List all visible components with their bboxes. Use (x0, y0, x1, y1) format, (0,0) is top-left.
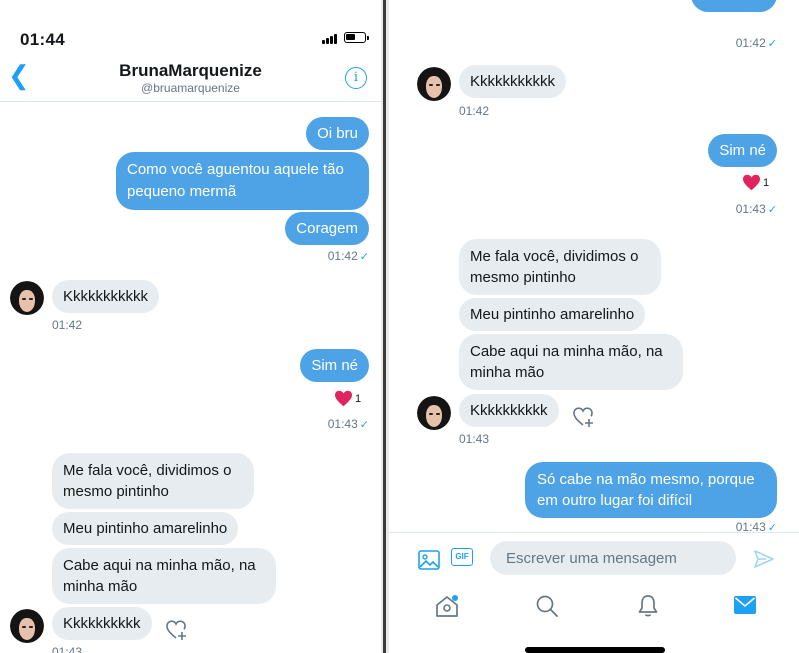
contact-handle: @bruamarquenize (141, 81, 240, 95)
sent-message-partial[interactable] (691, 0, 777, 12)
heart-add-icon[interactable] (165, 619, 189, 641)
timestamp-text: 01:42 (735, 36, 766, 50)
message-line: mesmo pintinho (63, 483, 169, 500)
received-message[interactable]: Meu pintinho amarelinho (459, 298, 646, 331)
mail-icon[interactable] (734, 596, 756, 614)
timestamp-text: 01:42 (327, 249, 358, 263)
bell-icon[interactable] (637, 594, 659, 618)
message-line: Cabe aqui na minha mão, na (63, 557, 256, 574)
sent-message[interactable]: Oi bru (306, 117, 369, 150)
send-icon[interactable] (753, 549, 775, 569)
check-icon: ✓ (359, 419, 369, 431)
conversation-header: ❮ BrunaMarquenize @bruamarquenize i (0, 58, 381, 102)
message-line: minha mão (63, 578, 138, 595)
sent-message[interactable]: Só cabe na mão mesmo, porque em outro lu… (525, 462, 777, 518)
message-timestamp: 01:42 ✓ (328, 249, 369, 263)
received-message[interactable]: Kkkkkkkkkkk (459, 65, 567, 98)
sent-message[interactable]: Sim né (300, 349, 369, 382)
reaction-count: 1 (355, 392, 362, 405)
message-timestamp: 01:43 ✓ (328, 417, 369, 431)
message-line: Me fala você, dividimos o (63, 462, 232, 479)
contact-name[interactable]: BrunaMarquenize (0, 61, 381, 81)
message-timestamp: 01:42 (459, 104, 490, 118)
avatar[interactable] (417, 67, 451, 101)
received-message[interactable]: Meu pintinho amarelinho (52, 512, 239, 545)
home-icon[interactable] (434, 594, 460, 618)
message-line: Como você aguentou aquele tão (127, 161, 344, 178)
message-line: em outro lugar foi difícil (537, 492, 693, 509)
received-message[interactable]: Me fala você, dividimos o mesmo pintinho (52, 453, 254, 509)
check-icon: ✓ (359, 251, 369, 263)
received-message[interactable]: Kkkkkkkkkk (459, 394, 559, 427)
image-icon[interactable] (418, 550, 440, 570)
timestamp-text: 01:43 (327, 417, 358, 431)
message-line: mesmo pintinho (470, 269, 576, 286)
reaction-badge[interactable]: 1 (334, 390, 361, 408)
status-time: 01:44 (20, 30, 65, 49)
timestamp-text: 01:43 (735, 202, 766, 216)
message-composer: GIF (389, 532, 799, 582)
received-message[interactable]: Cabe aqui na minha mão, na minha mão (52, 548, 276, 604)
panel-divider (381, 0, 389, 653)
battery-icon (344, 32, 369, 43)
message-timestamp: 01:43 (52, 645, 83, 653)
message-timestamp: 01:43 ✓ (736, 202, 777, 216)
message-line: Cabe aqui na minha mão, na (470, 343, 663, 360)
received-message[interactable]: Kkkkkkkkkk (52, 607, 152, 640)
sent-message[interactable]: Coragem (285, 212, 369, 245)
right-conversation-screenshot: 01:42 ✓ Kkkkkkkkkkk 01:42 Sim né 1 01:43 ✓… (389, 0, 799, 653)
received-message[interactable]: Me fala você, dividimos o mesmo pintinho (459, 239, 661, 295)
avatar[interactable] (10, 281, 44, 315)
signal-icon (322, 33, 340, 44)
received-message[interactable]: Cabe aqui na minha mão, na minha mão (459, 334, 683, 390)
heart-icon (743, 175, 760, 191)
message-line: pequeno mermã (127, 183, 237, 200)
message-line: Me fala você, dividimos o (470, 248, 639, 265)
reaction-count: 1 (763, 176, 770, 189)
avatar[interactable] (417, 396, 451, 430)
sent-message[interactable]: Sim né (708, 134, 777, 167)
home-indicator (525, 647, 665, 653)
tab-bar (389, 582, 799, 653)
left-conversation-screenshot: 01:44 ❮ BrunaMarquenize @bruamarquenize … (0, 0, 381, 653)
message-line: Só cabe na mão mesmo, porque (537, 471, 755, 488)
message-line: minha mão (470, 364, 545, 381)
check-icon: ✓ (767, 38, 777, 50)
reaction-badge[interactable]: 1 (742, 174, 769, 192)
sent-message[interactable]: Como você aguentou aquele tão pequeno me… (116, 152, 369, 210)
search-icon[interactable] (535, 594, 559, 618)
heart-icon (335, 391, 352, 407)
message-input[interactable] (490, 541, 736, 575)
heart-add-icon[interactable] (572, 406, 596, 428)
avatar[interactable] (10, 609, 44, 643)
status-bar: 01:44 (0, 0, 381, 58)
message-timestamp: 01:43 (459, 432, 490, 446)
gif-icon[interactable]: GIF (451, 548, 473, 566)
info-icon[interactable]: i (345, 67, 367, 89)
check-icon: ✓ (767, 204, 777, 216)
message-timestamp: 01:42 ✓ (736, 36, 777, 50)
received-message[interactable]: Kkkkkkkkkkk (52, 280, 160, 313)
message-timestamp: 01:42 (52, 318, 83, 332)
